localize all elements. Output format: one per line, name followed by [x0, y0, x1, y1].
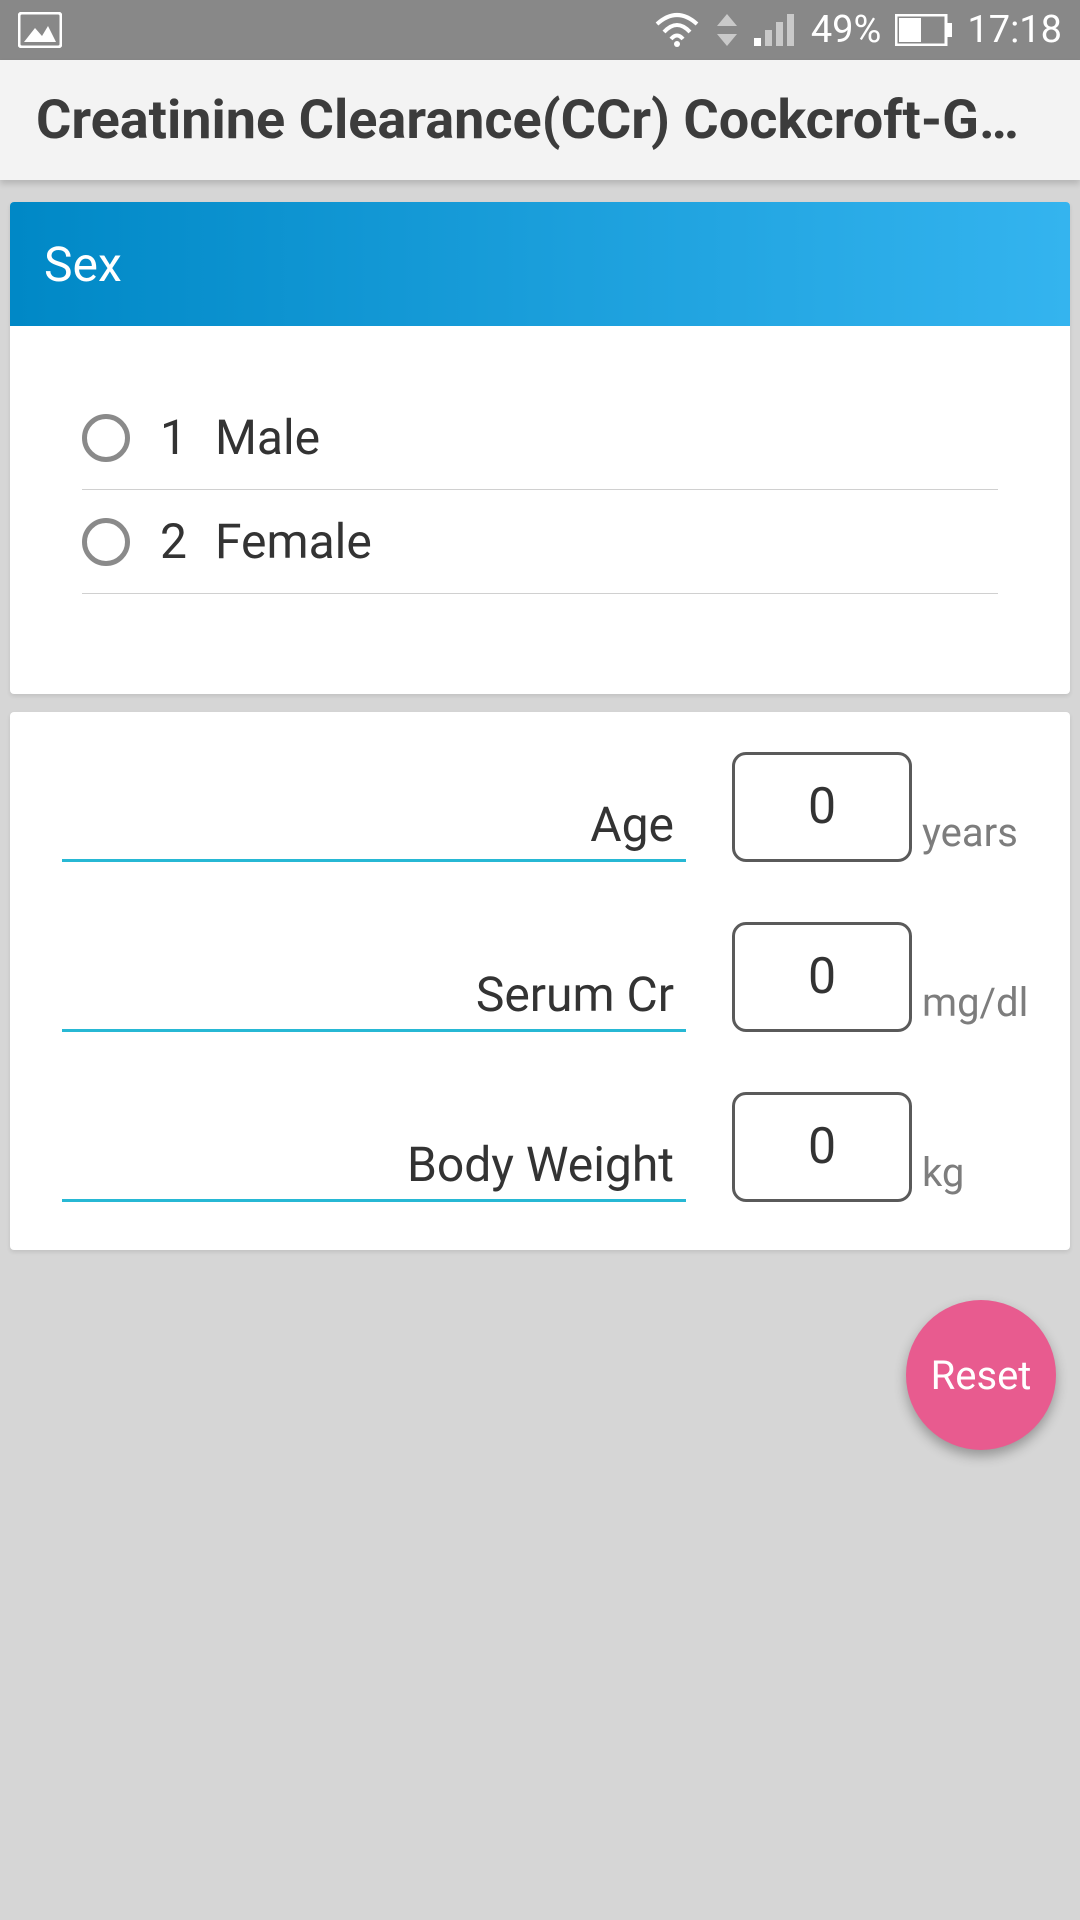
input-row-body-weight: Body Weight 0 kg: [62, 1092, 1042, 1202]
sex-card: Sex 1 Male 2 Female: [10, 202, 1070, 694]
input-row-age: Age 0 years: [62, 752, 1042, 862]
sex-section-header: Sex: [10, 202, 1070, 326]
serum-cr-unit: mg/dl: [912, 979, 1042, 1032]
body-weight-input[interactable]: 0: [732, 1092, 912, 1202]
radio-label: Female: [215, 513, 372, 570]
body-weight-unit: kg: [912, 1149, 1042, 1202]
radio-label: Male: [215, 409, 320, 466]
status-bar: 49% 17:18: [0, 0, 1080, 60]
radio-number: 1: [160, 409, 187, 466]
signal-icon: [753, 12, 797, 48]
field-label-wrap: Body Weight: [62, 1136, 686, 1202]
input-row-serum-cr: Serum Cr 0 mg/dl: [62, 922, 1042, 1032]
radio-option-male[interactable]: 1 Male: [82, 386, 998, 490]
age-input[interactable]: 0: [732, 752, 912, 862]
battery-percent: 49%: [811, 8, 882, 52]
wifi-icon: [653, 12, 701, 48]
age-unit: years: [912, 809, 1042, 862]
inputs-card: Age 0 years Serum Cr 0 mg/dl Body Weight…: [10, 712, 1070, 1250]
field-label-wrap: Age: [62, 796, 686, 862]
body-weight-label: Body Weight: [407, 1136, 674, 1193]
radio-option-female[interactable]: 2 Female: [82, 490, 998, 594]
status-left: [18, 12, 62, 48]
field-label-wrap: Serum Cr: [62, 966, 686, 1032]
page-title: Creatinine Clearance(CCr) Cockcroft-Gaul…: [36, 89, 1044, 152]
clock-text: 17:18: [967, 8, 1062, 52]
battery-icon: [895, 14, 953, 46]
content: Sex 1 Male 2 Female Age 0 years Serum: [0, 180, 1080, 1250]
sex-radio-list: 1 Male 2 Female: [10, 326, 1070, 694]
updown-icon: [715, 12, 739, 48]
app-bar: Creatinine Clearance(CCr) Cockcroft-Gaul…: [0, 60, 1080, 180]
radio-icon: [82, 518, 130, 566]
status-right: 49% 17:18: [653, 8, 1062, 52]
age-label: Age: [590, 796, 674, 853]
radio-number: 2: [160, 513, 187, 570]
reset-button[interactable]: Reset: [906, 1300, 1056, 1450]
serum-cr-label: Serum Cr: [476, 966, 674, 1023]
radio-icon: [82, 414, 130, 462]
picture-icon: [18, 12, 62, 48]
serum-cr-input[interactable]: 0: [732, 922, 912, 1032]
